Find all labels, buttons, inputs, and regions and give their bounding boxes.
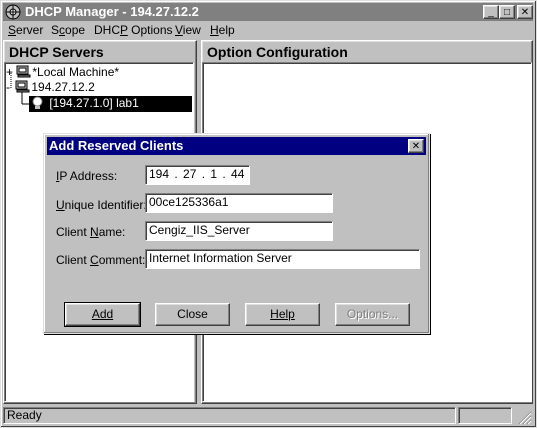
ip-address-label: IP Address:	[56, 169, 118, 183]
server-icon	[16, 65, 32, 81]
expand-plus-icon[interactable]: +	[6, 65, 13, 79]
dhcp-servers-header: DHCP Servers	[9, 44, 104, 60]
status-bar: Ready	[3, 407, 456, 424]
help-button[interactable]: Help	[245, 303, 320, 326]
add-reserved-clients-dialog: Add Reserved Clients ✕ IP Address: 194 .…	[43, 133, 430, 334]
dialog-title-bar[interactable]: Add Reserved Clients	[47, 137, 426, 155]
close-button[interactable]: ✕	[517, 5, 533, 19]
app-icon[interactable]	[5, 4, 21, 20]
menu-scope[interactable]: Scope	[51, 22, 85, 39]
ip-address-field[interactable]: 194 . 27 . 1 . 44	[145, 165, 250, 185]
option-configuration-header: Option Configuration	[207, 44, 348, 60]
server-icon	[15, 80, 31, 96]
dialog-title: Add Reserved Clients	[49, 138, 184, 153]
unique-identifier-label: Unique Identifier:	[56, 198, 147, 212]
size-grip-icon[interactable]	[516, 409, 532, 425]
tree-item-server-194-27-12-2[interactable]: - 194.27.12.2	[6, 80, 95, 95]
menu-server[interactable]: Server	[8, 22, 43, 39]
client-comment-field[interactable]: Internet Information Server	[145, 249, 420, 269]
menu-dhcp-options[interactable]: DHCP Options	[94, 22, 173, 39]
scope-bulb-icon	[31, 96, 44, 113]
main-title-bar[interactable]: DHCP Manager - 194.27.12.2	[3, 3, 533, 21]
options-button[interactable]: Options...	[335, 303, 410, 326]
dialog-close-button[interactable]: ✕	[408, 139, 424, 153]
client-comment-label: Client Comment:	[56, 253, 146, 267]
tree-label: 194.27.12.2	[31, 80, 95, 94]
tree-item-scope-lab1[interactable]: [194.27.1.0] lab1	[29, 96, 192, 112]
dialog-close-action-button[interactable]: Close	[155, 303, 230, 326]
status-bar-panel	[458, 407, 512, 424]
collapse-minus-icon[interactable]: -	[6, 80, 12, 94]
tree-label: [194.27.1.0] lab1	[49, 96, 139, 110]
minimize-button[interactable]: _	[483, 5, 499, 19]
client-name-field[interactable]: Cengiz_IIS_Server	[145, 221, 333, 241]
menu-help[interactable]: Help	[210, 22, 235, 39]
status-text: Ready	[7, 408, 42, 422]
tree-label: *Local Machine*	[32, 65, 120, 79]
maximize-button[interactable]: □	[499, 5, 515, 19]
client-name-label: Client Name:	[56, 225, 126, 239]
tree-item-local-machine[interactable]: + *Local Machine*	[6, 65, 119, 80]
add-button[interactable]: Add	[64, 302, 141, 327]
unique-identifier-field[interactable]: 00ce125336a1	[145, 193, 333, 213]
menu-view[interactable]: View	[175, 22, 201, 39]
window-title: DHCP Manager - 194.27.12.2	[25, 4, 199, 19]
